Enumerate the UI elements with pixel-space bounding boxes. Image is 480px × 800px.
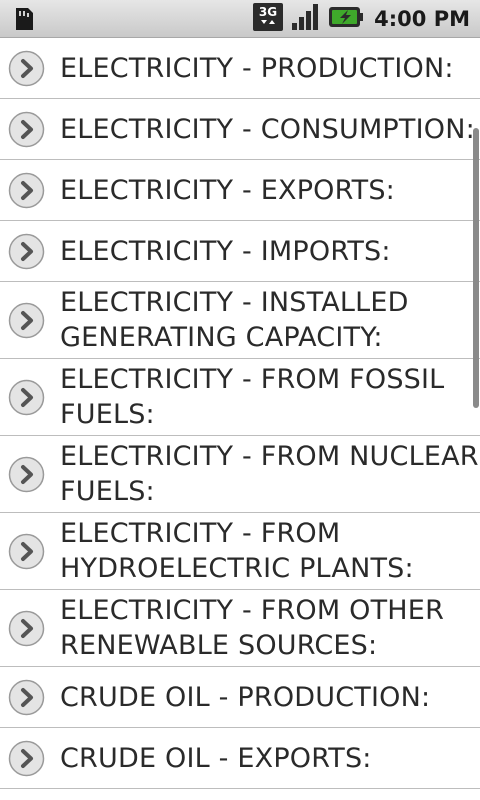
chevron-right-icon: [8, 456, 45, 492]
category-list: ELECTRICITY - PRODUCTION: ELECTRICITY - …: [0, 38, 480, 800]
battery-charging-icon: [328, 2, 364, 36]
list-item-label: CRUDE OIL - PRODUCTION:: [60, 681, 431, 713]
list-item-label: ELECTRICITY - CONSUMPTION:: [60, 113, 475, 145]
list-item-electricity-fossil-fuels[interactable]: ELECTRICITY - FROM FOSSIL FUELS:: [0, 359, 480, 436]
status-icons: 3G 4:00 PM: [252, 0, 470, 38]
clock: 4:00 PM: [374, 7, 470, 31]
chevron-right-icon: [8, 172, 45, 208]
list-item-label: ELECTRICITY - EXPORTS:: [60, 174, 395, 206]
network-type-text: 3G: [259, 5, 277, 19]
list-item-electricity-consumption[interactable]: ELECTRICITY - CONSUMPTION:: [0, 99, 480, 160]
chevron-right-icon: [8, 379, 45, 415]
network-3g-icon: 3G: [252, 2, 284, 36]
status-bar: 3G 4:00 PM: [0, 0, 480, 38]
list-item-label: ELECTRICITY - IMPORTS:: [60, 235, 391, 267]
list-item-electricity-nuclear-fuels[interactable]: ELECTRICITY - FROM NUCLEAR FUELS:: [0, 436, 480, 513]
list-item-label: ELECTRICITY - FROM FOSSIL FUELS:: [60, 364, 445, 430]
scrollbar-thumb[interactable]: [473, 128, 479, 408]
list-item-crude-oil-exports[interactable]: CRUDE OIL - EXPORTS:: [0, 728, 480, 789]
chevron-right-icon: [8, 740, 45, 776]
chevron-right-icon: [8, 679, 45, 715]
list-item-electricity-hydroelectric[interactable]: ELECTRICITY - FROM HYDROELECTRIC PLANTS:: [0, 513, 480, 590]
signal-strength-icon: [290, 2, 322, 36]
list-item-crude-oil-production[interactable]: CRUDE OIL - PRODUCTION:: [0, 667, 480, 728]
list-item-electricity-production[interactable]: ELECTRICITY - PRODUCTION:: [0, 38, 480, 99]
chevron-right-icon: [8, 533, 45, 569]
chevron-right-icon: [8, 50, 45, 86]
chevron-right-icon: [8, 111, 45, 147]
chevron-right-icon: [8, 610, 45, 646]
sd-card-icon: [10, 5, 38, 37]
list-item-label: ELECTRICITY - INSTALLED GENERATING CAPAC…: [60, 287, 409, 353]
list-item-label: ELECTRICITY - FROM HYDROELECTRIC PLANTS:: [60, 518, 414, 584]
list-item-label: ELECTRICITY - FROM OTHER RENEWABLE SOURC…: [60, 595, 445, 661]
list-item-label: ELECTRICITY - PRODUCTION:: [60, 52, 454, 84]
list-item-electricity-imports[interactable]: ELECTRICITY - IMPORTS:: [0, 221, 480, 282]
list-item-label: ELECTRICITY - FROM NUCLEAR FUELS:: [60, 441, 479, 507]
list-item-electricity-other-renewable[interactable]: ELECTRICITY - FROM OTHER RENEWABLE SOURC…: [0, 590, 480, 667]
list-item-electricity-exports[interactable]: ELECTRICITY - EXPORTS:: [0, 160, 480, 221]
chevron-right-icon: [8, 233, 45, 269]
list-item-label: CRUDE OIL - EXPORTS:: [60, 742, 372, 774]
chevron-right-icon: [8, 302, 45, 338]
list-item-electricity-installed-capacity[interactable]: ELECTRICITY - INSTALLED GENERATING CAPAC…: [0, 282, 480, 359]
